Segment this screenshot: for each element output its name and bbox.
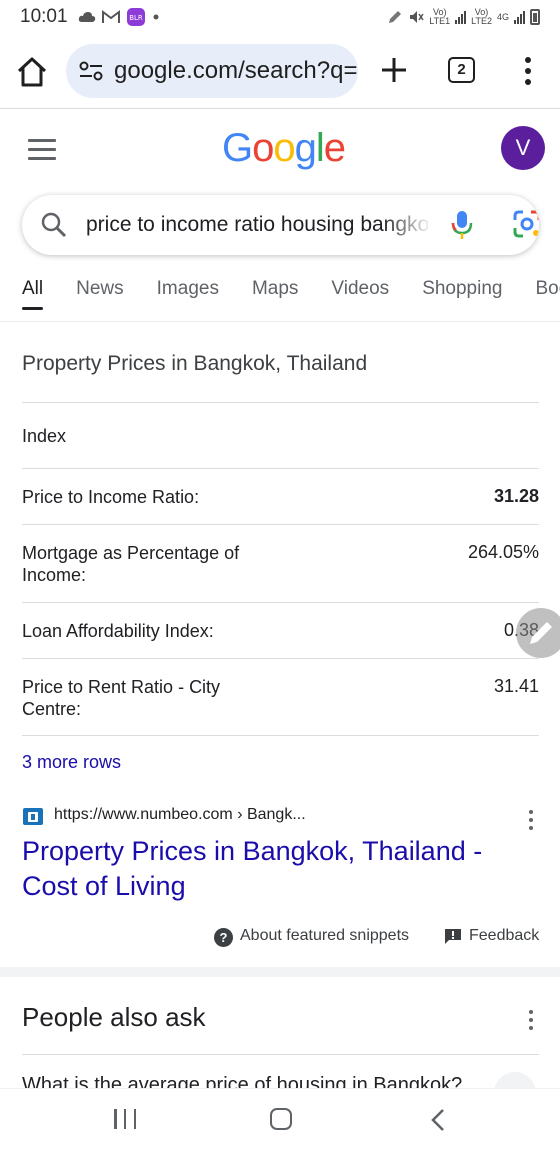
search-text-fade xyxy=(382,195,432,255)
row-divider xyxy=(22,524,539,525)
tab-all[interactable]: All xyxy=(22,270,44,310)
row-divider xyxy=(22,1054,539,1055)
address-bar[interactable]: google.com/search?q= xyxy=(66,44,358,98)
dot-icon xyxy=(153,14,159,20)
tab-news[interactable]: News xyxy=(76,270,124,310)
back-icon[interactable] xyxy=(428,1107,448,1133)
toolbar-divider xyxy=(0,108,560,109)
paa-question[interactable]: What is the average price of housing in … xyxy=(22,1072,462,1088)
row-divider xyxy=(22,402,539,403)
status-time: 10:01 xyxy=(20,6,68,27)
site-settings-icon[interactable] xyxy=(78,61,104,81)
overflow-menu-icon[interactable] xyxy=(518,54,538,88)
more-rows-link[interactable]: 3 more rows xyxy=(22,752,121,773)
paa-options-icon[interactable] xyxy=(528,1010,534,1032)
tabs-divider xyxy=(0,321,560,322)
table-row-value: 31.41 xyxy=(493,676,539,696)
table-row-label: Mortgage as Percentage of Income: xyxy=(22,543,240,585)
people-also-ask-title: People also ask xyxy=(22,1002,206,1032)
section-separator xyxy=(0,967,560,977)
tab-switcher-icon[interactable]: 2 xyxy=(448,57,475,83)
table-row-value: 31.28 xyxy=(493,486,539,506)
tab-videos[interactable]: Videos xyxy=(331,270,389,310)
browser-toolbar: google.com/search?q= 2 xyxy=(0,40,560,102)
search-box[interactable]: price to income ratio housing bangkok xyxy=(22,195,539,255)
tab-images[interactable]: Images xyxy=(157,270,219,310)
source-url[interactable]: https://www.numbeo.com › Bangk... xyxy=(54,806,306,824)
svg-text:BLR: BLR xyxy=(129,14,143,22)
tab-shopping[interactable]: Shopping xyxy=(422,270,502,310)
cloud-icon xyxy=(78,12,95,22)
mute-icon xyxy=(410,11,424,23)
home-nav-icon[interactable] xyxy=(270,1108,292,1130)
help-icon[interactable]: ? xyxy=(214,928,233,947)
recents-icon[interactable] xyxy=(114,1109,136,1131)
pen-icon xyxy=(389,11,402,23)
table-header: Index xyxy=(22,426,67,446)
search-tabs: All News Images Maps Videos Shopping Boo… xyxy=(22,270,560,310)
sim1-label: Vo) LTE1 xyxy=(429,7,451,26)
row-divider xyxy=(22,735,539,736)
feedback-link[interactable]: Feedback xyxy=(469,927,539,945)
about-snippets-link[interactable]: About featured snippets xyxy=(240,927,409,945)
mic-icon[interactable] xyxy=(450,209,474,241)
network-label: 4G xyxy=(496,11,509,22)
url-text[interactable]: google.com/search?q= xyxy=(114,57,358,85)
google-logo[interactable]: Google xyxy=(222,126,346,171)
table-row-label: Price to Rent Ratio - City Centre: xyxy=(22,677,221,719)
android-nav-bar xyxy=(0,1088,560,1152)
new-tab-icon[interactable] xyxy=(376,52,412,88)
row-divider xyxy=(22,658,539,659)
row-divider xyxy=(22,602,539,603)
signal-icon-1 xyxy=(455,10,467,24)
notification-icons: BLR xyxy=(78,7,160,27)
search-icon[interactable] xyxy=(40,211,68,239)
battery-icon xyxy=(530,9,540,25)
snippet-title: Property Prices in Bangkok, Thailand xyxy=(22,352,368,375)
result-title-link[interactable]: Property Prices in Bangkok, Thailand - C… xyxy=(22,834,502,904)
row-divider xyxy=(22,468,539,469)
home-icon[interactable] xyxy=(14,54,50,90)
signal-icon-2 xyxy=(514,10,525,24)
tab-books[interactable]: Books xyxy=(535,270,560,310)
feedback-icon[interactable] xyxy=(444,928,462,945)
search-input[interactable]: price to income ratio housing bangkok xyxy=(86,195,428,255)
system-icons: Vo) LTE1 Vo) LTE2 4G xyxy=(387,8,540,26)
edit-button[interactable] xyxy=(516,608,560,658)
pencil-icon xyxy=(530,622,552,644)
account-avatar[interactable]: V xyxy=(501,126,545,170)
tab-maps[interactable]: Maps xyxy=(252,270,298,310)
snippet-footer: ? About featured snippets Feedback xyxy=(0,926,560,948)
chevron-down-icon[interactable] xyxy=(494,1072,536,1088)
result-options-icon[interactable] xyxy=(528,810,534,832)
hamburger-menu-icon[interactable] xyxy=(28,139,56,161)
table-row-label: Loan Affordability Index: xyxy=(22,621,214,641)
gmail-icon xyxy=(101,10,120,23)
table-row-label: Price to Income Ratio: xyxy=(22,487,200,507)
app-badge-icon: BLR xyxy=(126,8,145,26)
sim2-label: Vo) LTE2 xyxy=(471,7,492,26)
status-bar: 10:01 BLR Vo) LTE1 Vo) LTE2 4G xyxy=(0,0,560,34)
numbeo-favicon-icon xyxy=(23,808,43,825)
lens-icon[interactable] xyxy=(512,209,539,239)
table-row-value: 264.05% xyxy=(467,542,539,562)
